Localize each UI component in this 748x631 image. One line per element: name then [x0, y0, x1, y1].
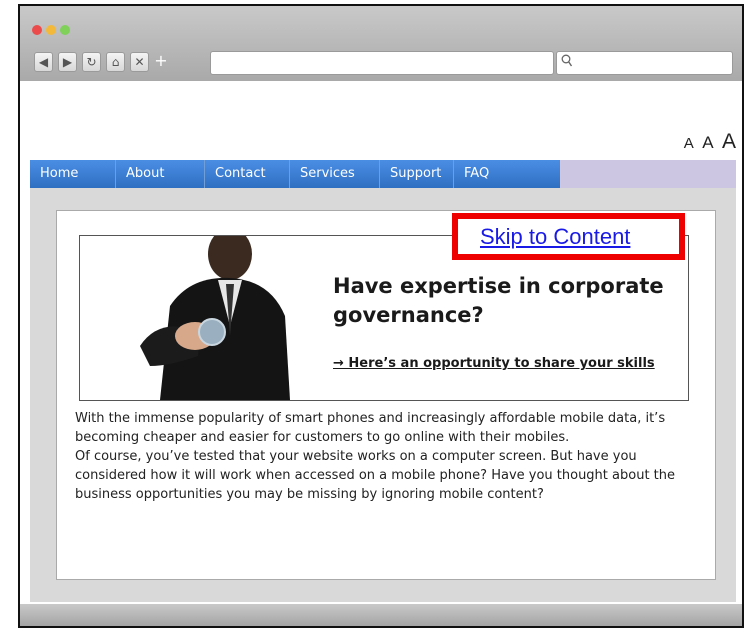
- skip-link-highlight: Skip to Content: [452, 213, 685, 260]
- headline-line-1: Have expertise in corporate: [333, 274, 664, 298]
- back-button[interactable]: ◀: [34, 52, 53, 72]
- menu-bar: Home About Contact Services Support FAQ: [30, 160, 560, 188]
- search-box[interactable]: [556, 51, 733, 75]
- paragraph-1: With the immense popularity of smart pho…: [75, 411, 666, 445]
- forward-button[interactable]: ▶: [58, 52, 77, 72]
- stop-button[interactable]: ✕: [130, 52, 149, 72]
- new-tab-button[interactable]: +: [154, 52, 168, 70]
- menu-item-services[interactable]: Services: [290, 160, 380, 188]
- navigation-buttons: ◀ ▶ ↻ ⌂ ✕ +: [34, 52, 168, 72]
- minimize-window-button[interactable]: [46, 25, 56, 35]
- browser-footer: [20, 604, 742, 626]
- text-size-controls: A A A: [680, 130, 736, 154]
- reload-button[interactable]: ↻: [82, 52, 101, 72]
- window-controls: [32, 25, 70, 35]
- banner-headline: Have expertise in corporate governance?: [333, 272, 673, 330]
- browser-window: ◀ ▶ ↻ ⌂ ✕ + A A A Home About Contact Ser…: [18, 4, 744, 628]
- close-window-button[interactable]: [32, 25, 42, 35]
- menu-item-about[interactable]: About: [116, 160, 205, 188]
- text-size-large-button[interactable]: A: [722, 130, 736, 154]
- menu-item-support[interactable]: Support: [380, 160, 454, 188]
- menu-item-home[interactable]: Home: [30, 160, 116, 188]
- menu-item-contact[interactable]: Contact: [205, 160, 290, 188]
- skip-to-content-link[interactable]: Skip to Content: [480, 224, 630, 250]
- address-bar[interactable]: [210, 51, 554, 75]
- headline-line-2: governance?: [333, 303, 484, 327]
- search-icon: [561, 54, 573, 71]
- main-menu: Home About Contact Services Support FAQ: [30, 160, 736, 188]
- menu-item-faq[interactable]: FAQ: [454, 160, 499, 188]
- home-button[interactable]: ⌂: [106, 52, 125, 72]
- text-size-small-button[interactable]: A: [684, 135, 694, 152]
- text-size-medium-button[interactable]: A: [702, 133, 713, 153]
- article-text: With the immense popularity of smart pho…: [75, 409, 705, 504]
- opportunity-link[interactable]: → Here’s an opportunity to share your sk…: [333, 356, 655, 371]
- businessman-image: [140, 236, 290, 400]
- paragraph-2: Of course, you’ve tested that your websi…: [75, 449, 676, 502]
- browser-toolbar: ◀ ▶ ↻ ⌂ ✕ +: [20, 6, 742, 81]
- maximize-window-button[interactable]: [60, 25, 70, 35]
- content-panel: Have expertise in corporate governance? …: [56, 210, 716, 580]
